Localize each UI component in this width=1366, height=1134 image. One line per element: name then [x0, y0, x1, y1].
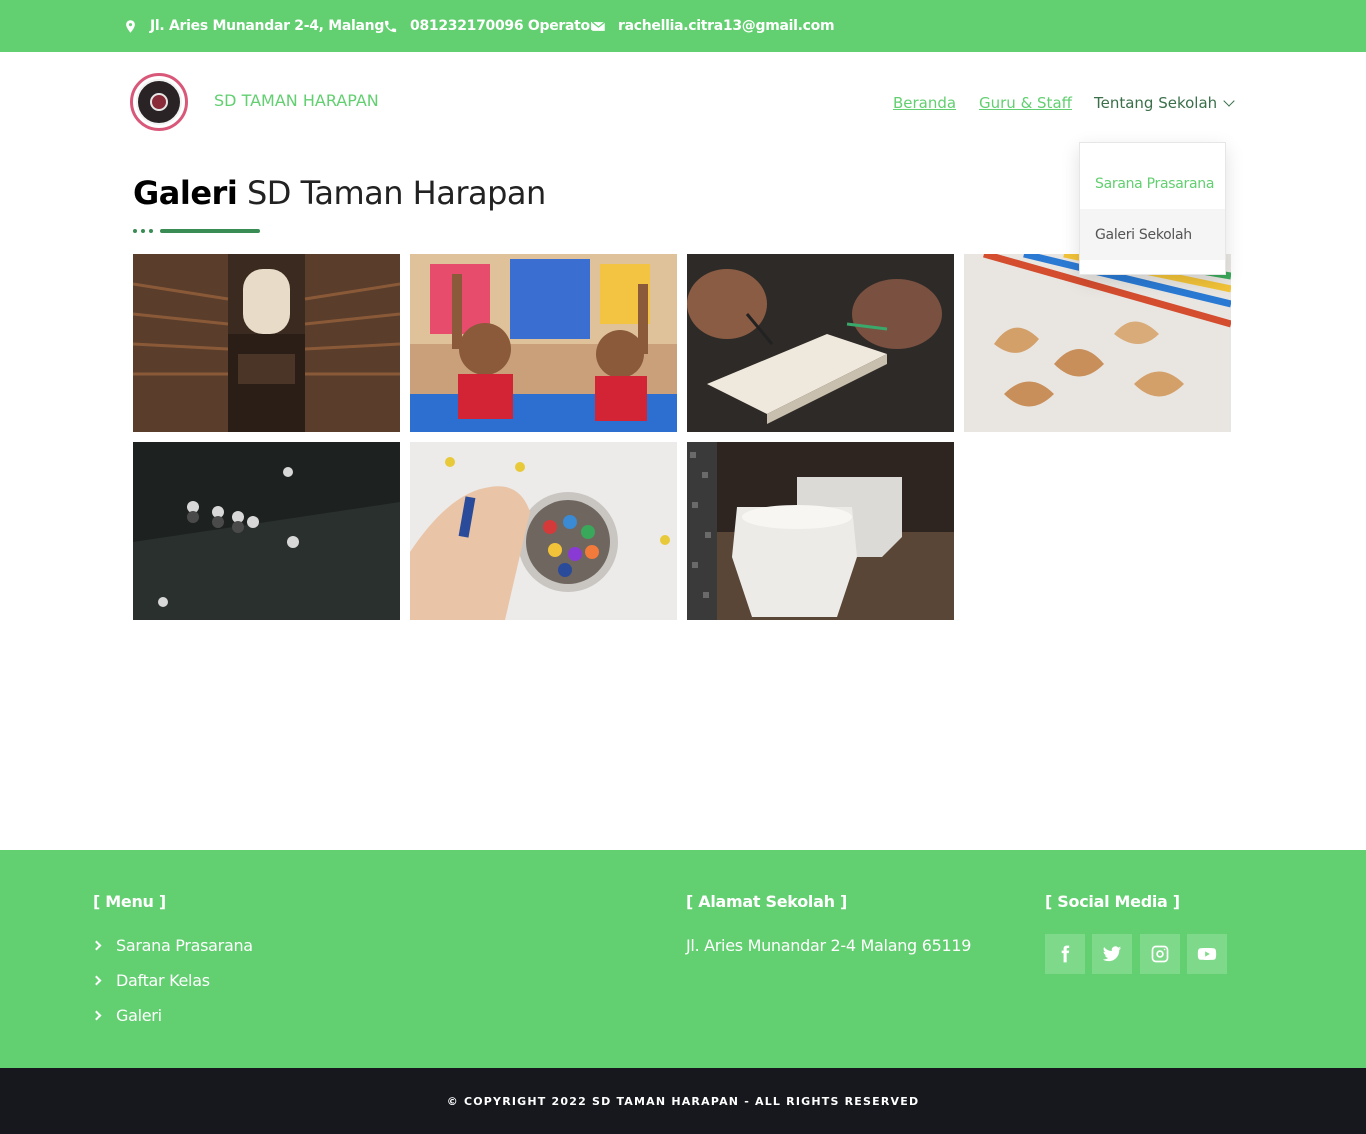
title-dots-decoration	[133, 229, 153, 233]
twitter-icon	[1102, 946, 1122, 962]
footer-link-label: Galeri	[116, 1006, 162, 1025]
footer-menu-heading: [ Menu ]	[93, 892, 166, 911]
about-dropdown-menu: Sarana Prasarana Galeri Sekolah	[1079, 142, 1226, 275]
email-info: rachellia.citra13@gmail.com	[590, 0, 835, 52]
facebook-icon	[1061, 945, 1070, 963]
address-text: Jl. Aries Munandar 2-4, Malang	[150, 18, 385, 34]
chevron-right-icon	[91, 1010, 102, 1021]
nav-staff[interactable]: Guru & Staff	[979, 94, 1072, 112]
nav-home[interactable]: Beranda	[893, 94, 956, 112]
chevron-right-icon	[91, 975, 102, 986]
twitter-button[interactable]	[1092, 934, 1132, 974]
youtube-button[interactable]	[1187, 934, 1227, 974]
chevron-down-icon	[1223, 95, 1235, 107]
footer-address: Jl. Aries Munandar 2-4 Malang 65119	[686, 936, 972, 955]
email-text: rachellia.citra13@gmail.com	[618, 18, 835, 34]
gallery-image-library[interactable]	[133, 254, 400, 432]
gallery-image-overhead[interactable]	[133, 442, 400, 620]
gallery-image-crayons[interactable]	[410, 442, 677, 620]
copyright-text: © COPYRIGHT 2022 SD TAMAN HARAPAN - ALL …	[446, 1094, 920, 1108]
title-underline	[160, 229, 260, 233]
copyright-bar: © COPYRIGHT 2022 SD TAMAN HARAPAN - ALL …	[0, 1068, 1366, 1134]
footer-address-heading: [ Alamat Sekolah ]	[686, 892, 847, 911]
footer-link-sarana[interactable]: Sarana Prasarana	[91, 936, 253, 955]
brand-name[interactable]: SD TAMAN HARAPAN	[214, 91, 379, 110]
youtube-icon	[1197, 948, 1217, 960]
page-title-rest: SD Taman Harapan	[246, 174, 546, 212]
nav-about[interactable]: Tentang Sekolah	[1094, 94, 1235, 112]
gallery-image-pencils[interactable]	[964, 254, 1231, 432]
map-pin-icon	[122, 18, 138, 34]
gallery-image-children[interactable]	[410, 254, 677, 432]
site-footer: [ Menu ] Sarana Prasarana Daftar Kelas G…	[0, 850, 1366, 1068]
address-info: Jl. Aries Munandar 2-4, Malang	[122, 0, 384, 52]
envelope-icon	[590, 18, 606, 34]
nav-about-label: Tentang Sekolah	[1094, 94, 1218, 112]
footer-social-heading: [ Social Media ]	[1045, 892, 1180, 911]
chevron-right-icon	[91, 940, 102, 951]
dropdown-item-galeri[interactable]: Galeri Sekolah	[1080, 209, 1225, 260]
footer-link-kelas[interactable]: Daftar Kelas	[91, 971, 210, 990]
facebook-button[interactable]	[1045, 934, 1085, 974]
phone-icon	[382, 18, 398, 34]
footer-link-label: Daftar Kelas	[116, 971, 210, 990]
instagram-button[interactable]	[1140, 934, 1180, 974]
phone-text: 081232170096 Operator	[410, 18, 597, 34]
page-title: Galeri SD Taman Harapan	[133, 174, 546, 212]
footer-link-galeri[interactable]: Galeri	[91, 1006, 162, 1025]
top-info-bar: Jl. Aries Munandar 2-4, Malang 081232170…	[0, 0, 1366, 52]
gallery-image-writing[interactable]	[687, 254, 954, 432]
footer-link-label: Sarana Prasarana	[116, 936, 253, 955]
phone-info: 081232170096 Operator	[382, 0, 597, 52]
school-logo[interactable]	[130, 73, 188, 131]
dropdown-item-sarana[interactable]: Sarana Prasarana	[1080, 158, 1225, 209]
page-title-bold: Galeri	[133, 174, 238, 212]
instagram-icon	[1151, 945, 1169, 963]
gallery-image-toilet[interactable]	[687, 442, 954, 620]
